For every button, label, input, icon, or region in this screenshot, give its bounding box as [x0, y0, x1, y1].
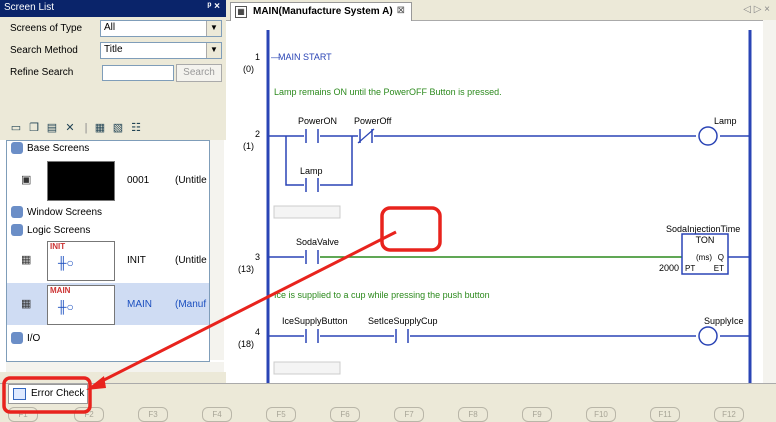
- highlight-box: [2, 376, 92, 414]
- annotation-arrow: [99, 230, 397, 384]
- highlight-box: [380, 206, 442, 252]
- annotation-overlay: [2, 206, 442, 414]
